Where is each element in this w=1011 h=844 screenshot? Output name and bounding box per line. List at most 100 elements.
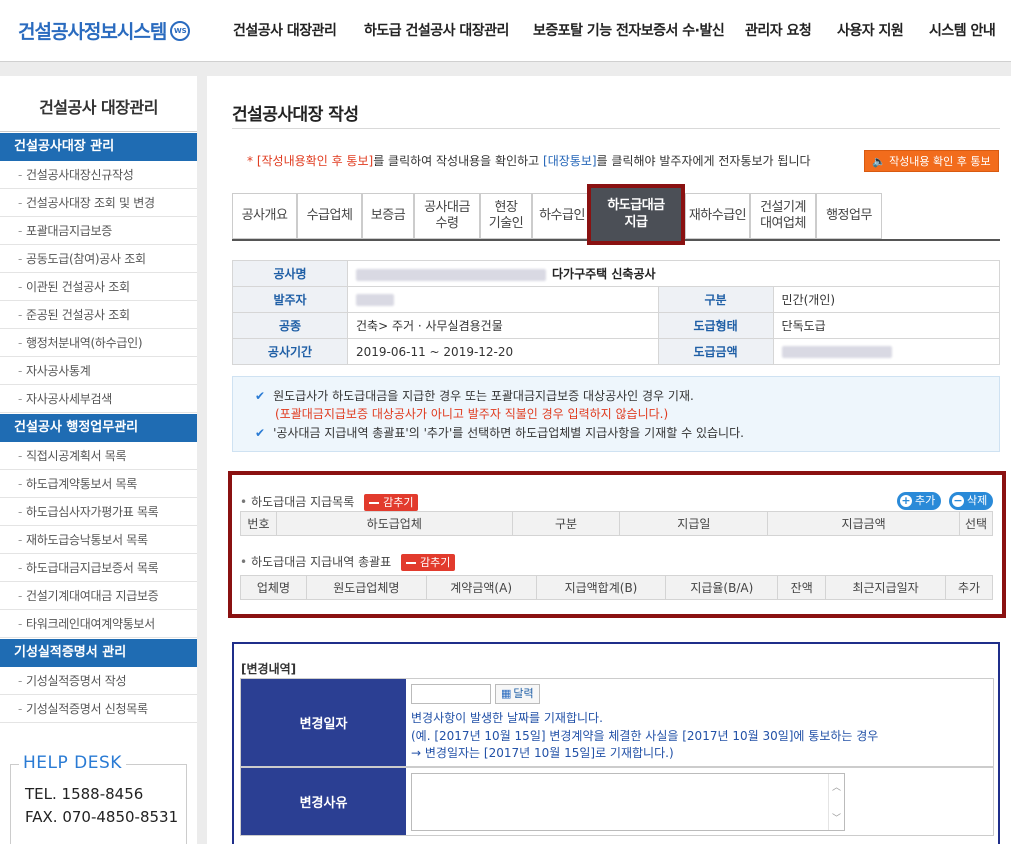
change-date-help-1: 변경사항이 발생한 날짜를 기재합니다.: [411, 711, 603, 725]
period-label: 공사기간: [232, 338, 348, 365]
amount-label: 도급금액: [657, 338, 774, 365]
tab-subcontract-payment[interactable]: 하도급대금 지급: [587, 184, 685, 245]
sidebar-item[interactable]: - 건설공사대장신규작성: [0, 161, 197, 189]
change-date-label: 변경일자: [241, 679, 406, 766]
sidebar-divider: [197, 76, 207, 844]
col-header: 원도급업체명: [305, 575, 427, 600]
col-header: 업체명: [240, 575, 307, 600]
sidebar-item[interactable]: - 건설기계대여대금 지급보증: [0, 582, 197, 610]
sidebar-section-performance[interactable]: 기성실적증명서 관리: [0, 639, 197, 667]
sidebar-item[interactable]: - 기성실적증명서 신청목록: [0, 695, 197, 723]
tab-contractor[interactable]: 수급업체: [297, 193, 362, 239]
change-history-section: [변경내역] 변경일자 ▦ 달력 변경사항이 발생한 날짜를 기재합니다. (예.…: [232, 642, 1000, 844]
payment-summary-table: 업체명 원도급업체명 계약금액(A) 지급액합계(B) 지급율(B/A) 잔액 …: [240, 575, 994, 600]
sidebar-section-admin[interactable]: 건설공사 행정업무관리: [0, 414, 197, 442]
change-reason-row: 변경사유 ︿ ﹀: [240, 767, 994, 836]
redacted-block: [356, 268, 546, 281]
sidebar-item[interactable]: - 건설공사대장 조회 및 변경: [0, 189, 197, 217]
sidebar-item[interactable]: - 하도급심사자가평가표 목록: [0, 498, 197, 526]
sidebar-item[interactable]: - 재하도급승낙통보서 목록: [0, 526, 197, 554]
title-divider: [232, 128, 1000, 129]
plus-icon: +: [900, 494, 912, 507]
change-date-input[interactable]: [411, 684, 491, 704]
nav-item-system-info[interactable]: 시스템 안내: [929, 20, 996, 40]
division-value: 민간(개인): [772, 286, 1001, 313]
tab-overview[interactable]: 공사개요: [232, 193, 297, 239]
change-date-help-3: → 변경일자는 [2017년 10월 15일]로 기재합니다.): [411, 746, 674, 760]
guide-box: ✔ 원도급사가 하도급대금을 지급한 경우 또는 포괄대금지급보증 대상공사인 경…: [232, 376, 1000, 452]
payment-list-heading: • 하도급대금 지급목록 감추기: [240, 493, 419, 511]
change-history-title: [변경내역]: [241, 662, 297, 676]
helpdesk-box: HELP DESK TEL. 1588-8456 FAX. 070-4850-8…: [10, 753, 187, 844]
change-date-row: 변경일자 ▦ 달력 변경사항이 발생한 날짜를 기재합니다. (예. [2017년…: [240, 678, 994, 767]
tab-admin-work[interactable]: 행정업무: [816, 193, 882, 239]
sidebar-item[interactable]: - 하도급계약통보서 목록: [0, 470, 197, 498]
hide-payment-list-button[interactable]: 감추기: [364, 494, 419, 511]
site-logo[interactable]: 건설공사정보시스템 WS: [18, 17, 191, 44]
col-header: 구분: [511, 511, 621, 536]
delete-button[interactable]: − 삭제: [949, 492, 994, 510]
speaker-icon: 🔈: [872, 155, 887, 168]
tab-equipment-rental[interactable]: 건설기계 대여업체: [750, 193, 816, 239]
hide-payment-summary-button[interactable]: 감추기: [401, 554, 456, 571]
project-name-value: 다가구주택 신축공사: [347, 260, 1000, 287]
tab-re-subcontractor[interactable]: 재하수급인: [685, 193, 750, 239]
check-icon: ✔: [255, 426, 266, 440]
sidebar-item[interactable]: - 준공된 건설공사 조회: [0, 301, 197, 329]
tab-site-engineer[interactable]: 현장 기술인: [480, 193, 532, 239]
tab-payment-received[interactable]: 공사대금 수령: [414, 193, 480, 239]
notice-text: * [작성내용확인 후 통보]를 클릭하여 작성내용을 확인하고 [대장통보]를…: [247, 154, 811, 168]
sidebar-item[interactable]: - 공동도급(참여)공사 조회: [0, 245, 197, 273]
nav-item-ledger[interactable]: 건설공사 대장관리: [233, 20, 337, 40]
calendar-button[interactable]: ▦ 달력: [495, 684, 540, 704]
change-reason-textarea[interactable]: ︿ ﹀: [411, 773, 845, 831]
project-name-label: 공사명: [232, 260, 348, 287]
col-header: 지급일: [619, 511, 769, 536]
sidebar-item[interactable]: - 자사공사세부검색: [0, 385, 197, 413]
sidebar-section-ledger[interactable]: 건설공사대장 관리: [0, 133, 197, 161]
change-reason-label: 변경사유: [241, 768, 406, 835]
page-title: 건설공사대장 작성: [232, 105, 359, 125]
contract-type-label: 도급형태: [657, 312, 774, 339]
check-icon: ✔: [255, 389, 266, 403]
col-header: 하도급업체: [275, 511, 513, 536]
sidebar-item[interactable]: - 기성실적증명서 작성: [0, 667, 197, 695]
sidebar-item[interactable]: - 타워크레인대여계약통보서: [0, 610, 197, 638]
sidebar-item[interactable]: - 포괄대금지급보증: [0, 217, 197, 245]
nav-item-user-support[interactable]: 사용자 지원: [837, 20, 904, 40]
add-button[interactable]: + 추가: [897, 492, 942, 510]
guide-line-3: ✔ '공사대금 지급내역 총괄표'의 '추가'를 선택하면 하도급업체별 지급사항…: [255, 426, 744, 440]
col-header: 지급율(B/A): [665, 575, 779, 600]
tab-subcontractor[interactable]: 하수급인: [532, 193, 592, 239]
work-type-value: 건축> 주거 · 사무실겸용건물: [347, 312, 659, 339]
sidebar-item[interactable]: - 직접시공계획서 목록: [0, 442, 197, 470]
tab-deposit[interactable]: 보증금: [362, 193, 414, 239]
amount-value: [772, 338, 1001, 365]
col-header: 잔액: [777, 575, 827, 600]
col-header: 계약금액(A): [425, 575, 537, 600]
sidebar-item[interactable]: - 하도급대금지급보증서 목록: [0, 554, 197, 582]
sidebar: 건설공사 대장관리 건설공사대장 관리 - 건설공사대장신규작성 - 건설공사대장 …: [0, 76, 197, 844]
nav-item-admin-request[interactable]: 관리자 요청: [745, 20, 812, 40]
col-header: 최근지급일자: [825, 575, 946, 600]
col-header: 추가: [944, 575, 994, 600]
nav-item-sub-ledger[interactable]: 하도급 건설공사 대장관리: [364, 20, 509, 40]
sidebar-item[interactable]: - 자사공사통계: [0, 357, 197, 385]
guide-line-1: ✔ 원도급사가 하도급대금을 지급한 경우 또는 포괄대금지급보증 대상공사인 경…: [255, 389, 694, 403]
sidebar-item[interactable]: - 행정처분내역(하수급인): [0, 329, 197, 357]
notice-link-confirm: [작성내용확인 후 통보]: [256, 154, 374, 168]
col-header: 지급액합계(B): [535, 575, 667, 600]
confirm-notify-button[interactable]: 🔈 작성내용 확인 후 통보: [864, 150, 999, 172]
col-header: 번호: [240, 511, 277, 536]
scroll-down-icon[interactable]: ﹀: [829, 811, 844, 824]
redacted-block: [781, 346, 892, 358]
textarea-scrollbar[interactable]: ︿ ﹀: [828, 774, 844, 830]
helpdesk-tel: TEL. 1588-8456: [25, 785, 144, 803]
period-value: 2019-06-11 ~ 2019-12-20: [347, 338, 659, 365]
sidebar-item[interactable]: - 이관된 건설공사 조회: [0, 273, 197, 301]
payment-section: • 하도급대금 지급목록 감추기 + 추가 − 삭제 번호 하도급업체 구분 지급일 …: [228, 471, 1006, 618]
nav-item-guarantee[interactable]: 보증포탈 기능 전자보증서 수·발신: [533, 20, 725, 40]
minus-icon: −: [952, 494, 964, 507]
scroll-up-icon[interactable]: ︿: [829, 780, 844, 793]
client-label: 발주자: [232, 286, 348, 313]
